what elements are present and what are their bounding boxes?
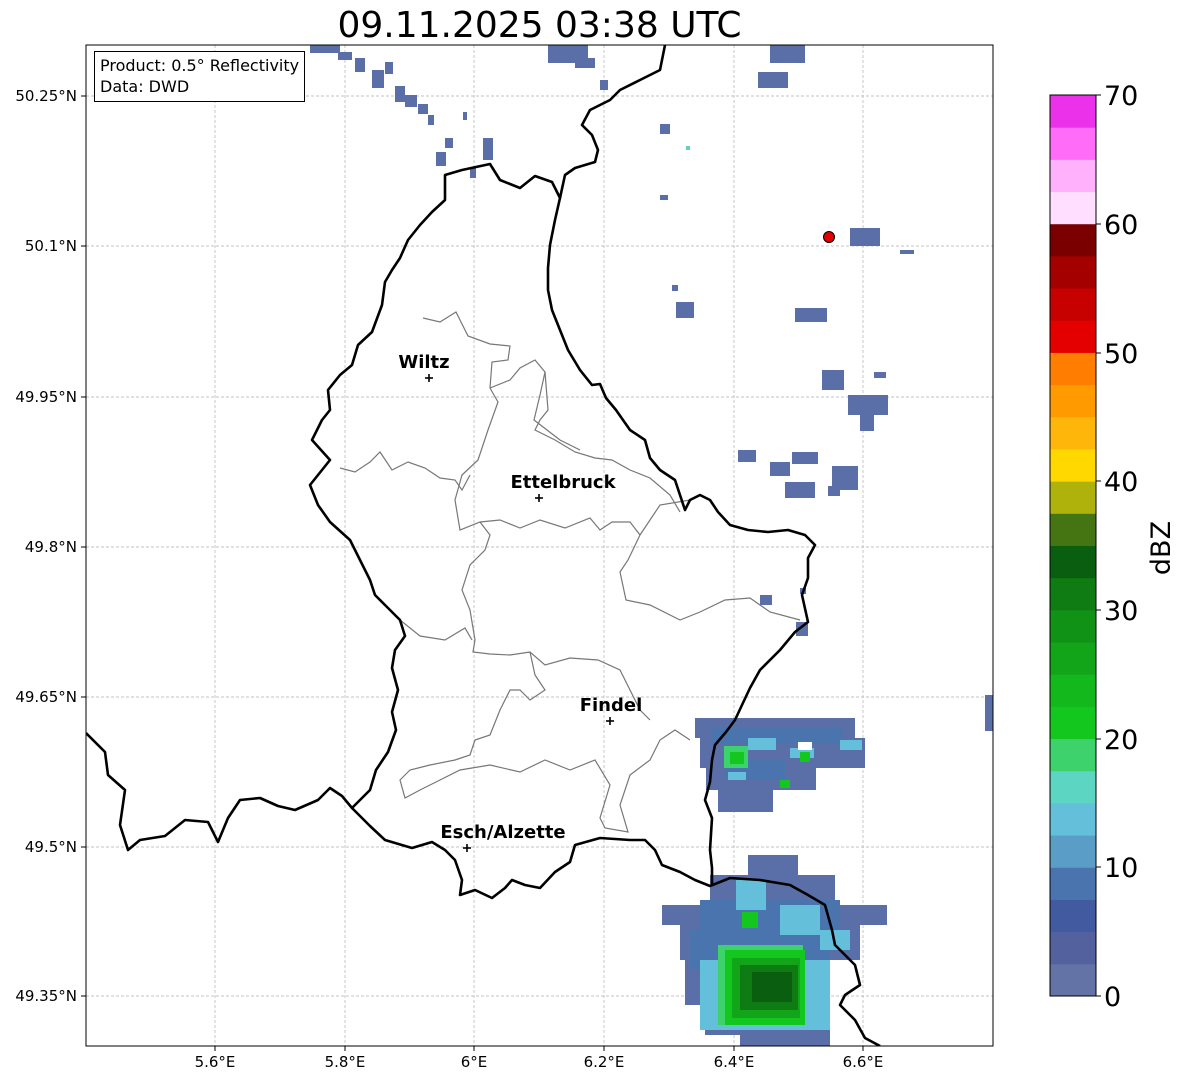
colorbar-segment: [1050, 674, 1096, 707]
lat-tick-label: 50.25°N: [15, 87, 77, 105]
colorbar-segment: [1050, 513, 1096, 546]
colorbar-segment: [1050, 288, 1096, 321]
colorbar-segment: [1050, 448, 1096, 482]
colorbar-segment: [1050, 706, 1096, 740]
colorbar-tick-label: 70: [1104, 81, 1138, 112]
colorbar-segment: [1050, 416, 1096, 450]
colorbar-segment: [1050, 931, 1096, 965]
radar-site-marker: [823, 231, 835, 243]
colorbar-segment: [1050, 835, 1096, 868]
colorbar-tick-label: 30: [1104, 596, 1138, 627]
lon-tick-label: 6.2°E: [584, 1053, 625, 1071]
colorbar-segment: [1050, 320, 1096, 353]
colorbar-segment: [1050, 609, 1096, 643]
colorbar-segment: [1050, 223, 1096, 257]
colorbar-tick-label: 40: [1104, 467, 1138, 498]
colorbar-segment: [1050, 899, 1096, 933]
colorbar-segment: [1050, 802, 1096, 836]
colorbar-segment: [1050, 191, 1096, 225]
product-info-box: Product: 0.5° Reflectivity Data: DWD: [94, 51, 306, 102]
colorbar-segment: [1050, 255, 1096, 289]
colorbar-axis-label: dBZ: [1146, 521, 1177, 575]
lon-tick-label: 6.4°E: [714, 1053, 755, 1071]
colorbar-segment: [1050, 481, 1096, 514]
colorbar-segment: [1050, 577, 1096, 611]
colorbar-tick-label: 0: [1104, 982, 1121, 1013]
lat-tick-label: 49.35°N: [15, 987, 77, 1005]
radar-map: Wiltz Ettelbruck Findel Esch/Alzette 5.6…: [15, 44, 1177, 1071]
colorbar-segment: [1050, 963, 1096, 997]
colorbar-segment: [1050, 867, 1096, 900]
lat-tick-label: 50.1°N: [25, 237, 77, 255]
data-source-text: Data: DWD: [100, 77, 190, 96]
colorbar-tick-label: 10: [1104, 853, 1138, 884]
city-label-findel: Findel: [580, 695, 643, 716]
colorbar: [1050, 95, 1096, 997]
lon-tick-label: 5.8°E: [325, 1053, 366, 1071]
city-label-ettelbruck: Ettelbruck: [510, 472, 616, 493]
colorbar-ticks: [1096, 94, 1101, 997]
lon-tick-label: 5.6°E: [195, 1053, 236, 1071]
product-text: Product: 0.5° Reflectivity: [100, 56, 300, 75]
lat-tick-label: 49.65°N: [15, 688, 77, 706]
lon-tick-label: 6.6°E: [843, 1053, 884, 1071]
colorbar-tick-label: 50: [1104, 339, 1138, 370]
colorbar-tick-label: 60: [1104, 210, 1138, 241]
lon-tick-label: 6°E: [461, 1053, 488, 1071]
colorbar-tick-label: 20: [1104, 725, 1138, 756]
colorbar-segment: [1050, 545, 1096, 579]
colorbar-segment: [1050, 159, 1096, 193]
colorbar-segment: [1050, 642, 1096, 675]
lat-tick-label: 49.8°N: [25, 538, 77, 556]
city-label-esch-alzette: Esch/Alzette: [440, 822, 565, 843]
city-label-wiltz: Wiltz: [398, 352, 449, 373]
colorbar-segment: [1050, 352, 1096, 386]
colorbar-segment: [1050, 384, 1096, 418]
colorbar-segment: [1050, 770, 1096, 804]
colorbar-segment: [1050, 127, 1096, 160]
lat-tick-label: 49.5°N: [25, 838, 77, 856]
colorbar-segment: [1050, 738, 1096, 772]
colorbar-segment: [1050, 95, 1096, 128]
plot-area: [86, 45, 993, 1046]
lat-tick-label: 49.95°N: [15, 388, 77, 406]
